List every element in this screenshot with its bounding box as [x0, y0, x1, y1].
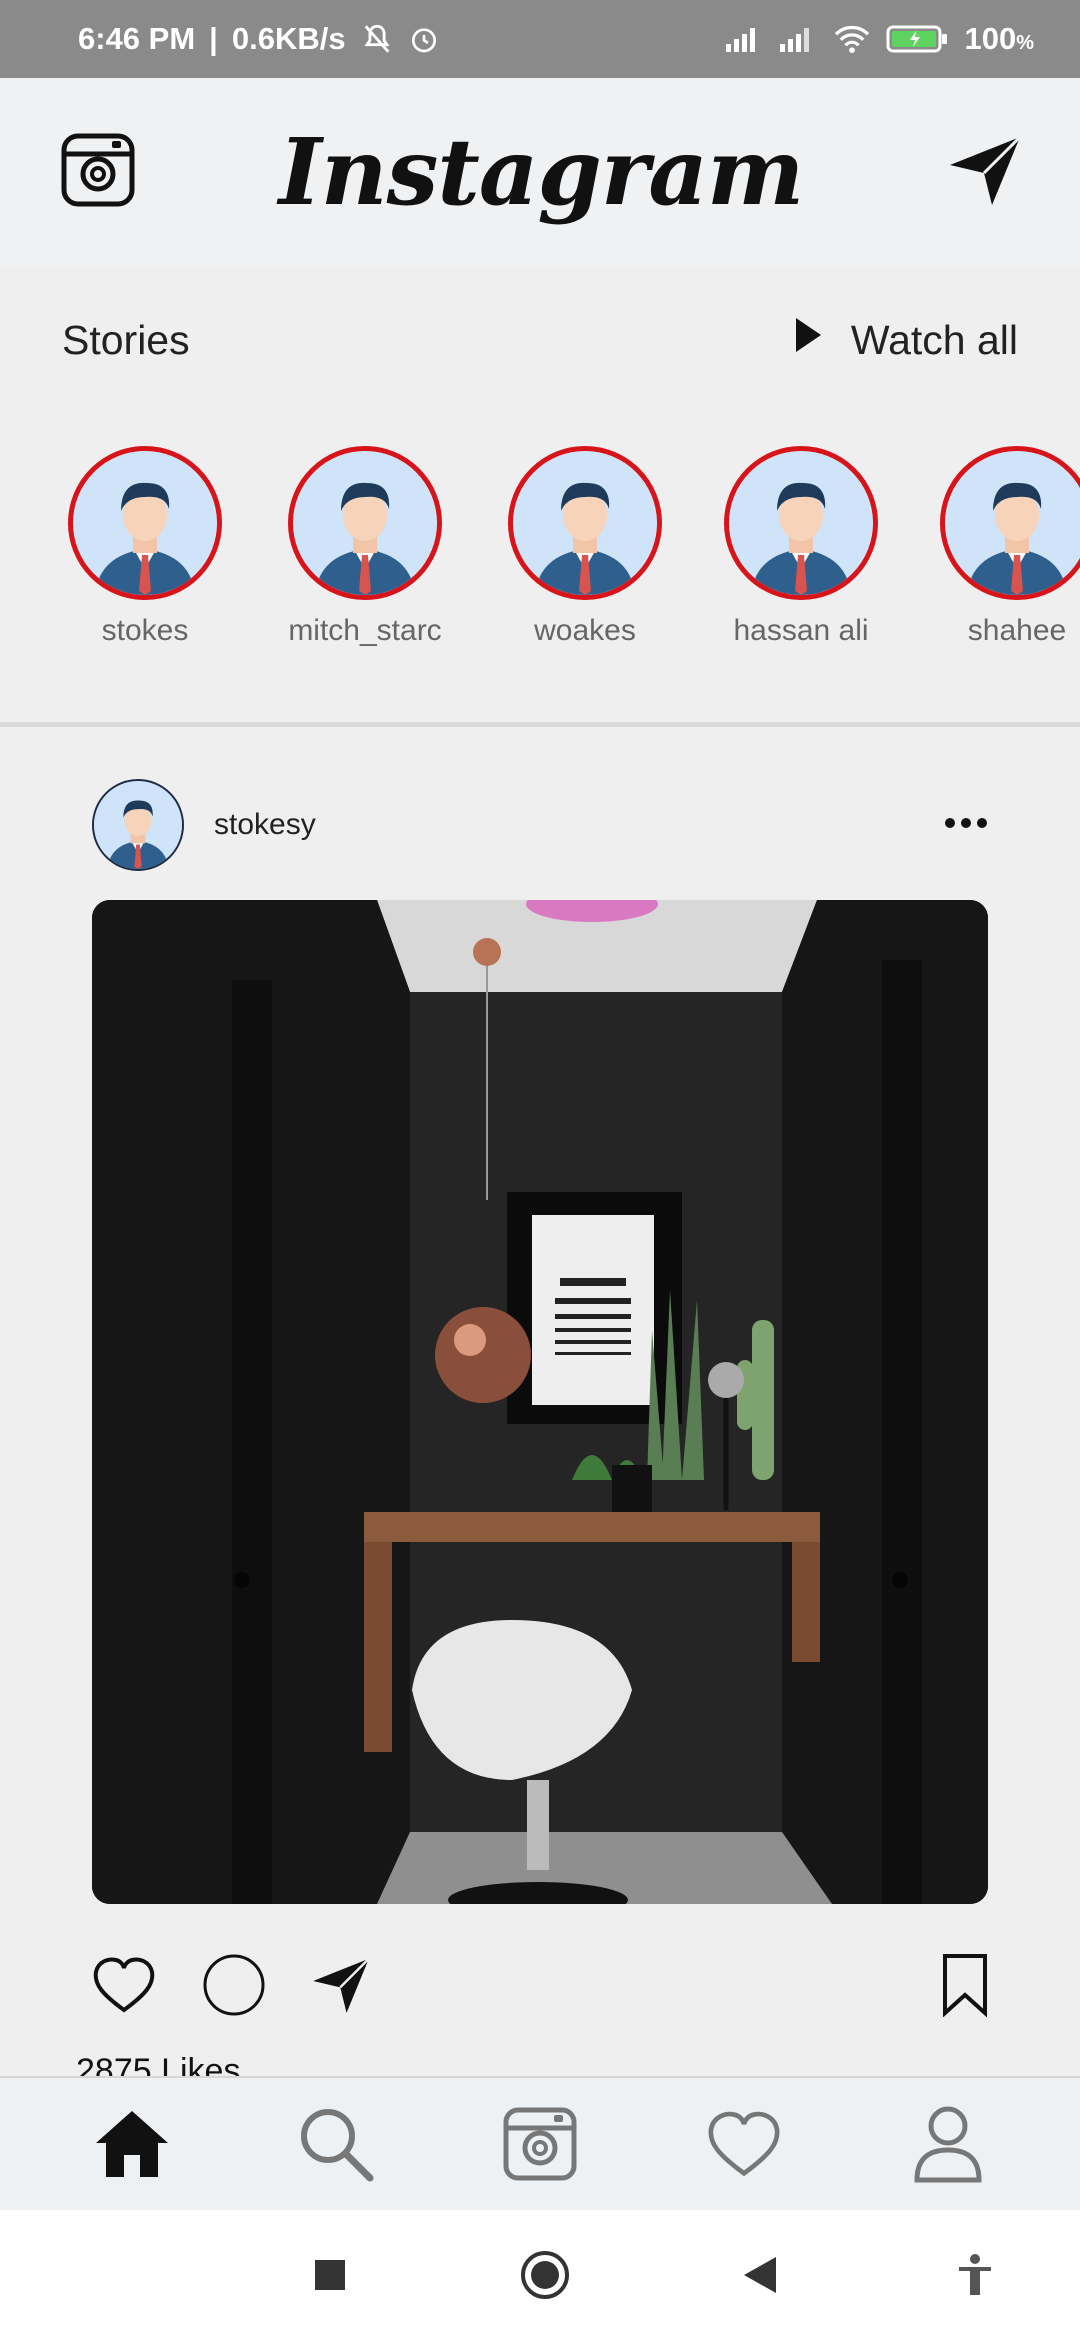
- app-logo: Instagram: [278, 118, 805, 226]
- battery-level: 100%: [964, 21, 1034, 56]
- comment-icon[interactable]: [202, 1953, 266, 2022]
- watch-all-button[interactable]: Watch all: [793, 316, 1018, 364]
- story-avatar: [68, 446, 222, 600]
- home-circle-icon[interactable]: [510, 2240, 580, 2310]
- app-bar: Instagram: [0, 78, 1080, 266]
- story-name: stokes: [101, 614, 189, 647]
- post-username[interactable]: stokesy: [214, 808, 316, 842]
- status-right: 100%: [724, 21, 1034, 57]
- post-user[interactable]: stokesy: [92, 779, 316, 871]
- post-avatar[interactable]: [92, 779, 184, 871]
- story-item[interactable]: shahee: [932, 446, 1080, 648]
- heart-icon[interactable]: [92, 1956, 156, 2019]
- story-name: shahee: [967, 614, 1067, 647]
- status-left: 6:46 PM | 0.6KB/s: [78, 21, 440, 57]
- story-avatar: [724, 446, 878, 600]
- bottom-nav: [0, 2076, 1080, 2210]
- story-name: mitch_starc: [288, 614, 442, 647]
- bookmark-icon[interactable]: [942, 1953, 988, 2022]
- search-icon[interactable]: [286, 2094, 386, 2194]
- home-icon[interactable]: [82, 2094, 182, 2194]
- mute-icon: [360, 22, 394, 56]
- camera-icon[interactable]: [60, 132, 136, 213]
- system-nav-bar: [0, 2210, 1080, 2340]
- story-avatar: [508, 446, 662, 600]
- watch-all-label: Watch all: [850, 316, 1018, 363]
- story-item[interactable]: mitch_starc: [280, 446, 450, 648]
- profile-icon[interactable]: [898, 2094, 998, 2194]
- stories-section: Stories Watch all stokes mitch_starc woa…: [0, 266, 1080, 724]
- send-icon[interactable]: [310, 1954, 372, 2021]
- wifi-icon: [832, 23, 872, 55]
- battery-icon: [886, 23, 950, 55]
- send-icon[interactable]: [946, 131, 1024, 214]
- story-item[interactable]: stokes: [60, 446, 230, 648]
- back-icon[interactable]: [725, 2240, 795, 2310]
- post-image[interactable]: [92, 900, 988, 1904]
- post-header: stokesy: [92, 778, 988, 872]
- story-item[interactable]: hassan ali: [716, 446, 886, 648]
- story-item[interactable]: woakes: [500, 446, 670, 648]
- stories-title: Stories: [62, 316, 190, 363]
- camera-icon[interactable]: [490, 2094, 590, 2194]
- play-icon: [793, 316, 823, 364]
- heart-icon[interactable]: [694, 2094, 794, 2194]
- story-name: hassan ali: [733, 614, 869, 647]
- more-icon[interactable]: [944, 816, 988, 835]
- signal-icon: [724, 24, 764, 54]
- story-name: woakes: [534, 614, 636, 647]
- status-time: 6:46 PM: [78, 21, 196, 56]
- story-row: stokes mitch_starc woakes hassan ali sha…: [60, 446, 1080, 676]
- alarm-icon: [408, 23, 440, 55]
- stories-header: Stories Watch all: [62, 316, 1018, 364]
- section-divider: [0, 722, 1080, 727]
- status-bar: 6:46 PM | 0.6KB/s 100%: [0, 0, 1080, 78]
- accessibility-icon[interactable]: [940, 2240, 1010, 2310]
- story-avatar: [288, 446, 442, 600]
- signal-2-icon: [778, 24, 818, 54]
- story-avatar: [940, 446, 1080, 600]
- status-net-speed: 0.6KB/s: [231, 21, 346, 56]
- post-actions: [92, 1952, 988, 2022]
- recents-icon[interactable]: [295, 2240, 365, 2310]
